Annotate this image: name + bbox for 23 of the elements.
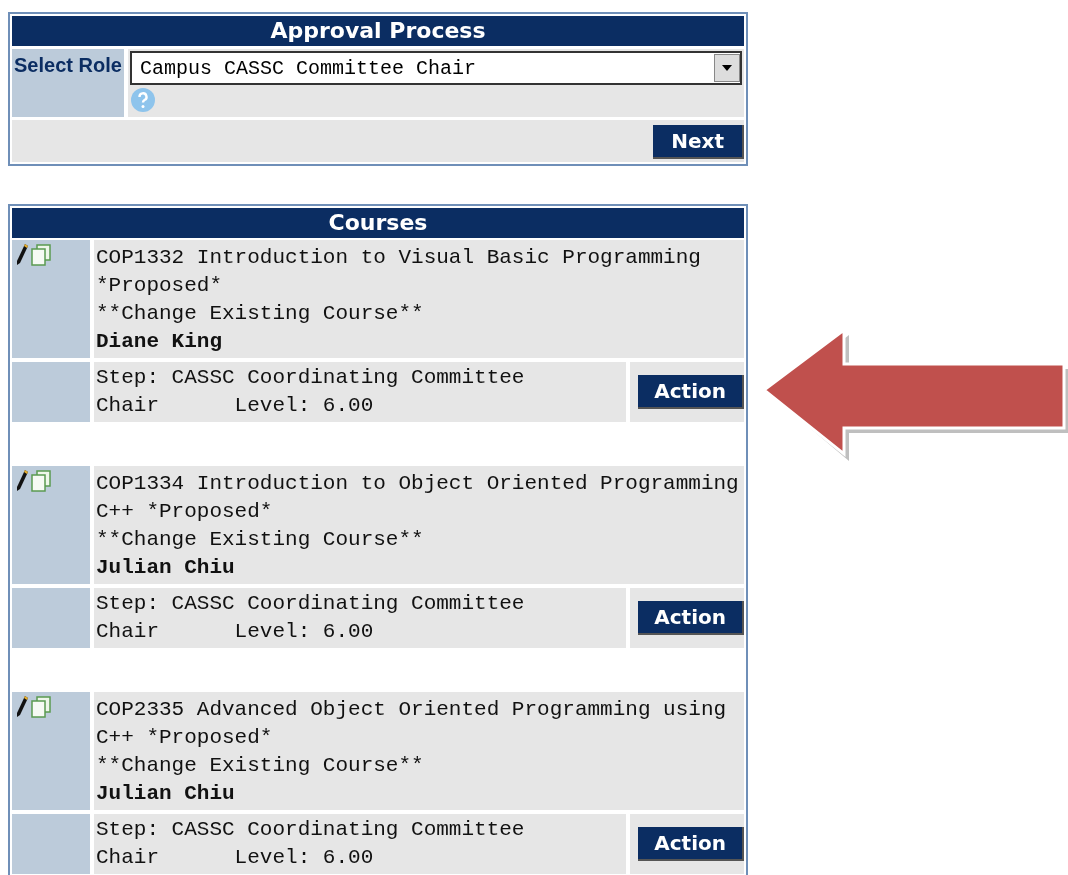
author-name: Julian Chiu — [96, 781, 236, 807]
pencil-icon[interactable] — [16, 470, 28, 492]
change-type: **Change Existing Course** — [96, 753, 425, 779]
course-title: COP1334 Introduction to Object Oriented Programming C++ *Proposed* — [96, 471, 740, 525]
step-text: Step: CASSC Coordinating Committee Chair Level: 6.00 — [96, 591, 526, 645]
change-type: **Change Existing Course** — [96, 527, 425, 553]
next-button[interactable]: Next — [653, 125, 744, 159]
action-button[interactable]: Action — [638, 827, 744, 861]
role-label: Select Role — [12, 49, 124, 117]
role-select[interactable]: Campus CASSC Committee Chair — [130, 51, 742, 85]
author-name: Diane King — [96, 329, 224, 355]
action-button[interactable]: Action — [638, 375, 744, 409]
pencil-icon[interactable] — [16, 244, 28, 266]
author-name: Julian Chiu — [96, 555, 236, 581]
step-text: Step: CASSC Coordinating Committee Chair Level: 6.00 — [96, 365, 526, 419]
course-title: COP2335 Advanced Object Oriented Programming using C++ *Proposed* — [96, 697, 728, 751]
step-text: Step: CASSC Coordinating Committee Chair Level: 6.00 — [96, 817, 526, 871]
action-button[interactable]: Action — [638, 601, 744, 635]
pencil-icon[interactable] — [16, 696, 28, 718]
course-title: COP1332 Introduction to Visual Basic Programming *Proposed* — [96, 245, 702, 299]
panel-title: Approval Process — [12, 16, 744, 46]
change-type: **Change Existing Course** — [96, 301, 425, 327]
panel-title: Courses — [12, 208, 744, 238]
